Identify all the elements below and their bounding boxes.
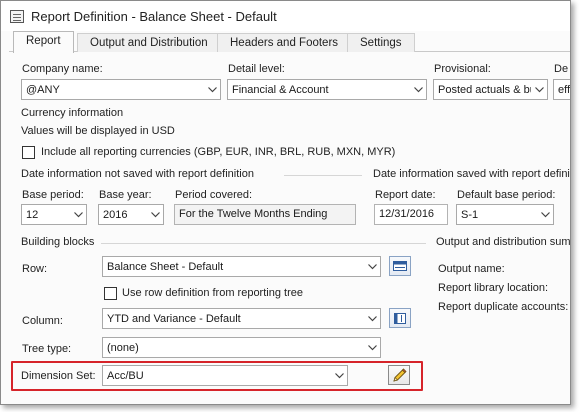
- window-title: Report Definition - Balance Sheet - Defa…: [31, 8, 277, 24]
- date-not-saved-header: Date information not saved with report d…: [21, 168, 254, 180]
- detail-level-dropdown[interactable]: Financial & Account: [227, 79, 427, 100]
- row-definition-dropdown[interactable]: Balance Sheet - Default: [102, 256, 381, 277]
- chevron-down-icon: [364, 309, 380, 328]
- column-grid-icon: [394, 312, 406, 324]
- chevron-down-icon: [364, 338, 380, 357]
- company-name-label: Company name:: [22, 63, 103, 75]
- base-period-dropdown[interactable]: 12: [21, 204, 87, 225]
- chevron-down-icon: [147, 205, 163, 224]
- provisional-dropdown[interactable]: Posted actuals & bu: [433, 79, 548, 100]
- base-period-value: 12: [26, 208, 39, 221]
- currency-section-header: Currency information: [21, 107, 124, 119]
- tree-type-label: Tree type:: [22, 343, 72, 355]
- de-label: De: [554, 63, 569, 75]
- section-divider: [101, 243, 426, 244]
- base-year-dropdown[interactable]: 2016: [98, 204, 164, 225]
- report-date-field[interactable]: 12/31/2016: [374, 204, 448, 225]
- de-dropdown[interactable]: eff: [553, 79, 571, 100]
- tab-headers-and-footers[interactable]: Headers and Footers: [217, 33, 352, 52]
- report-date-label: Report date:: [375, 189, 436, 201]
- section-divider: [284, 175, 362, 176]
- report-duplicate-accounts-label: Report duplicate accounts:: [438, 301, 569, 313]
- row-grid-icon: [393, 261, 407, 271]
- tree-type-value: (none): [107, 341, 139, 354]
- edit-dimension-set-button[interactable]: [388, 365, 410, 385]
- row-definition-value: Balance Sheet - Default: [107, 260, 224, 273]
- period-covered-field: For the Twelve Months Ending: [174, 204, 356, 225]
- document-icon: [10, 9, 24, 23]
- detail-level-label: Detail level:: [228, 63, 285, 75]
- building-blocks-header: Building blocks: [21, 236, 95, 248]
- tab-strip: Report Output and Distribution Headers a…: [9, 31, 570, 53]
- provisional-label: Provisional:: [434, 63, 491, 75]
- default-base-period-dropdown[interactable]: S-1: [456, 204, 554, 225]
- default-base-period-value: S-1: [461, 208, 479, 221]
- chevron-down-icon: [204, 80, 220, 99]
- edit-row-definition-button[interactable]: [389, 256, 411, 276]
- company-name-value: @ANY: [26, 83, 60, 96]
- tree-type-dropdown[interactable]: (none): [102, 337, 381, 358]
- tab-report[interactable]: Report: [13, 31, 74, 53]
- default-base-period-label: Default base period:: [457, 189, 556, 201]
- dimension-set-dropdown[interactable]: Acc/BU: [102, 365, 348, 386]
- tab-output-and-distribution[interactable]: Output and Distribution: [77, 33, 221, 52]
- report-tab-panel: Company name: @ANY Detail level: Financi…: [1, 53, 570, 404]
- chevron-down-icon: [70, 205, 86, 224]
- base-period-label: Base period:: [22, 189, 84, 201]
- edit-column-definition-button[interactable]: [389, 308, 411, 328]
- tab-settings[interactable]: Settings: [347, 33, 415, 52]
- use-row-definition-label: Use row definition from reporting tree: [122, 287, 303, 299]
- row-label: Row:: [22, 263, 48, 275]
- chevron-down-icon: [531, 80, 547, 99]
- chevron-down-icon: [331, 366, 347, 385]
- period-covered-label: Period covered:: [175, 189, 253, 201]
- base-year-value: 2016: [103, 208, 128, 221]
- pencil-icon: [392, 367, 407, 382]
- column-definition-dropdown[interactable]: YTD and Variance - Default: [102, 308, 381, 329]
- base-year-label: Base year:: [99, 189, 152, 201]
- date-saved-header: Date information saved with report defin…: [373, 168, 570, 180]
- chevron-down-icon: [364, 257, 380, 276]
- include-currencies-checkbox[interactable]: [22, 146, 35, 159]
- column-label: Column:: [22, 315, 63, 327]
- report-definition-window: Report Definition - Balance Sheet - Defa…: [0, 0, 571, 405]
- company-name-dropdown[interactable]: @ANY: [21, 79, 221, 100]
- include-currencies-label: Include all reporting currencies (GBP, E…: [41, 146, 396, 158]
- dimension-set-label: Dimension Set:: [21, 370, 96, 382]
- report-library-location-label: Report library location:: [438, 282, 549, 294]
- chevron-down-icon: [410, 80, 426, 99]
- provisional-value: Posted actuals & bu: [438, 83, 531, 96]
- column-definition-value: YTD and Variance - Default: [107, 312, 241, 325]
- title-bar[interactable]: Report Definition - Balance Sheet - Defa…: [1, 1, 570, 31]
- detail-level-value: Financial & Account: [232, 83, 329, 96]
- currency-info-text: Values will be displayed in USD: [21, 125, 175, 137]
- dimension-set-value: Acc/BU: [107, 369, 144, 382]
- de-value: eff: [558, 83, 571, 96]
- chevron-down-icon: [537, 205, 553, 224]
- output-name-label: Output name:: [438, 263, 505, 275]
- use-row-definition-checkbox[interactable]: [104, 287, 117, 300]
- output-summary-header: Output and distribution sum: [436, 236, 571, 248]
